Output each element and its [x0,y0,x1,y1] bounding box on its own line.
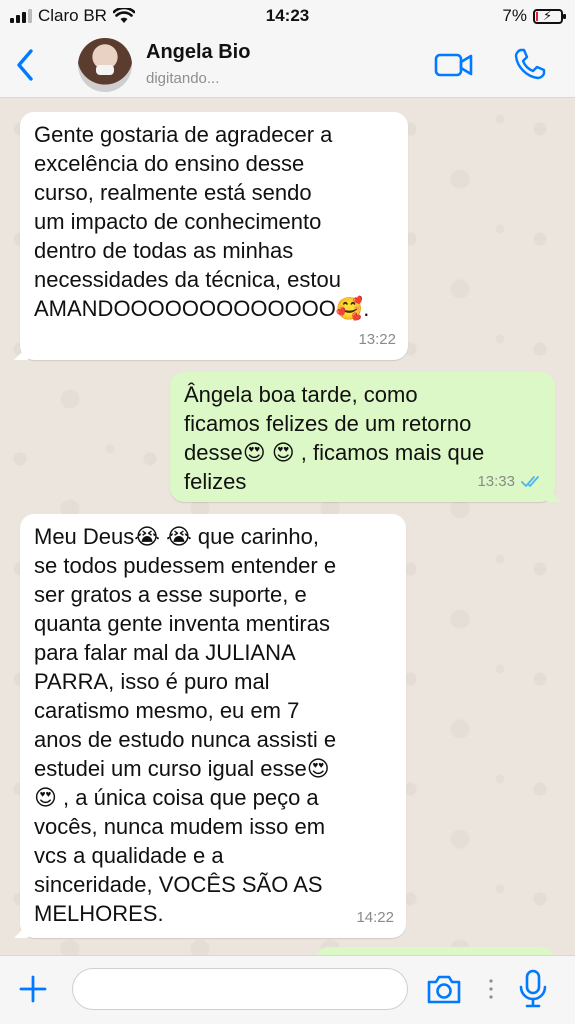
bubble-tail [14,346,28,360]
message-time: 13:33 [477,473,515,490]
contact-status: digitando... [146,70,220,87]
bubble-tail [14,924,28,938]
chat-header: Angela Bio digitando... [0,34,575,98]
battery-percent: 7% [502,6,527,25]
microphone-icon [519,969,547,1008]
attach-button[interactable] [16,972,50,1006]
message-bubble-incoming[interactable]: Meu Deus😭 😭 que carinho, se todos pudess… [14,514,406,938]
camera-button[interactable] [425,972,463,1006]
message-meta: 14:22 [356,903,394,932]
message-bubble-outgoing[interactable]: Ângela boa tarde, como ficamos felizes d… [170,372,561,502]
chat-area[interactable]: Gente gostaria de agradecer a excelência… [0,99,575,955]
message-text: Gente gostaria de agradecer a excelência… [34,122,370,321]
more-dots-icon [489,979,493,999]
microphone-button[interactable] [518,968,548,1010]
status-right: 7% ⚡ [502,6,566,26]
status-bar: Claro BR 14:23 7% ⚡ [0,0,575,34]
video-call-button[interactable] [434,50,474,80]
contact-name[interactable]: Angela Bio [146,41,250,64]
double-check-icon [521,475,539,487]
back-button[interactable] [8,42,42,88]
message-time: 14:22 [356,909,394,926]
camera-icon [427,975,461,1004]
status-time: 14:23 [265,6,310,25]
avatar[interactable] [78,38,132,92]
message-time: 13:22 [358,331,396,348]
voice-call-button[interactable] [512,46,548,82]
video-camera-icon [434,53,473,77]
input-bar [0,955,575,1024]
message-meta: 13:33 [477,467,543,496]
message-meta: 13:22 [358,325,396,354]
message-text: Meu Deus😭 😭 que carinho, se todos pudess… [34,524,337,926]
phone-icon [514,48,546,80]
battery-icon: ⚡ [533,8,566,24]
message-bubble-outgoing-partial[interactable] [315,947,555,955]
message-bubble-incoming[interactable]: Gente gostaria de agradecer a excelência… [14,112,408,360]
message-input[interactable] [72,968,408,1010]
plus-icon [19,975,47,1003]
bubble-tail [547,488,561,502]
chevron-left-icon [17,49,33,81]
